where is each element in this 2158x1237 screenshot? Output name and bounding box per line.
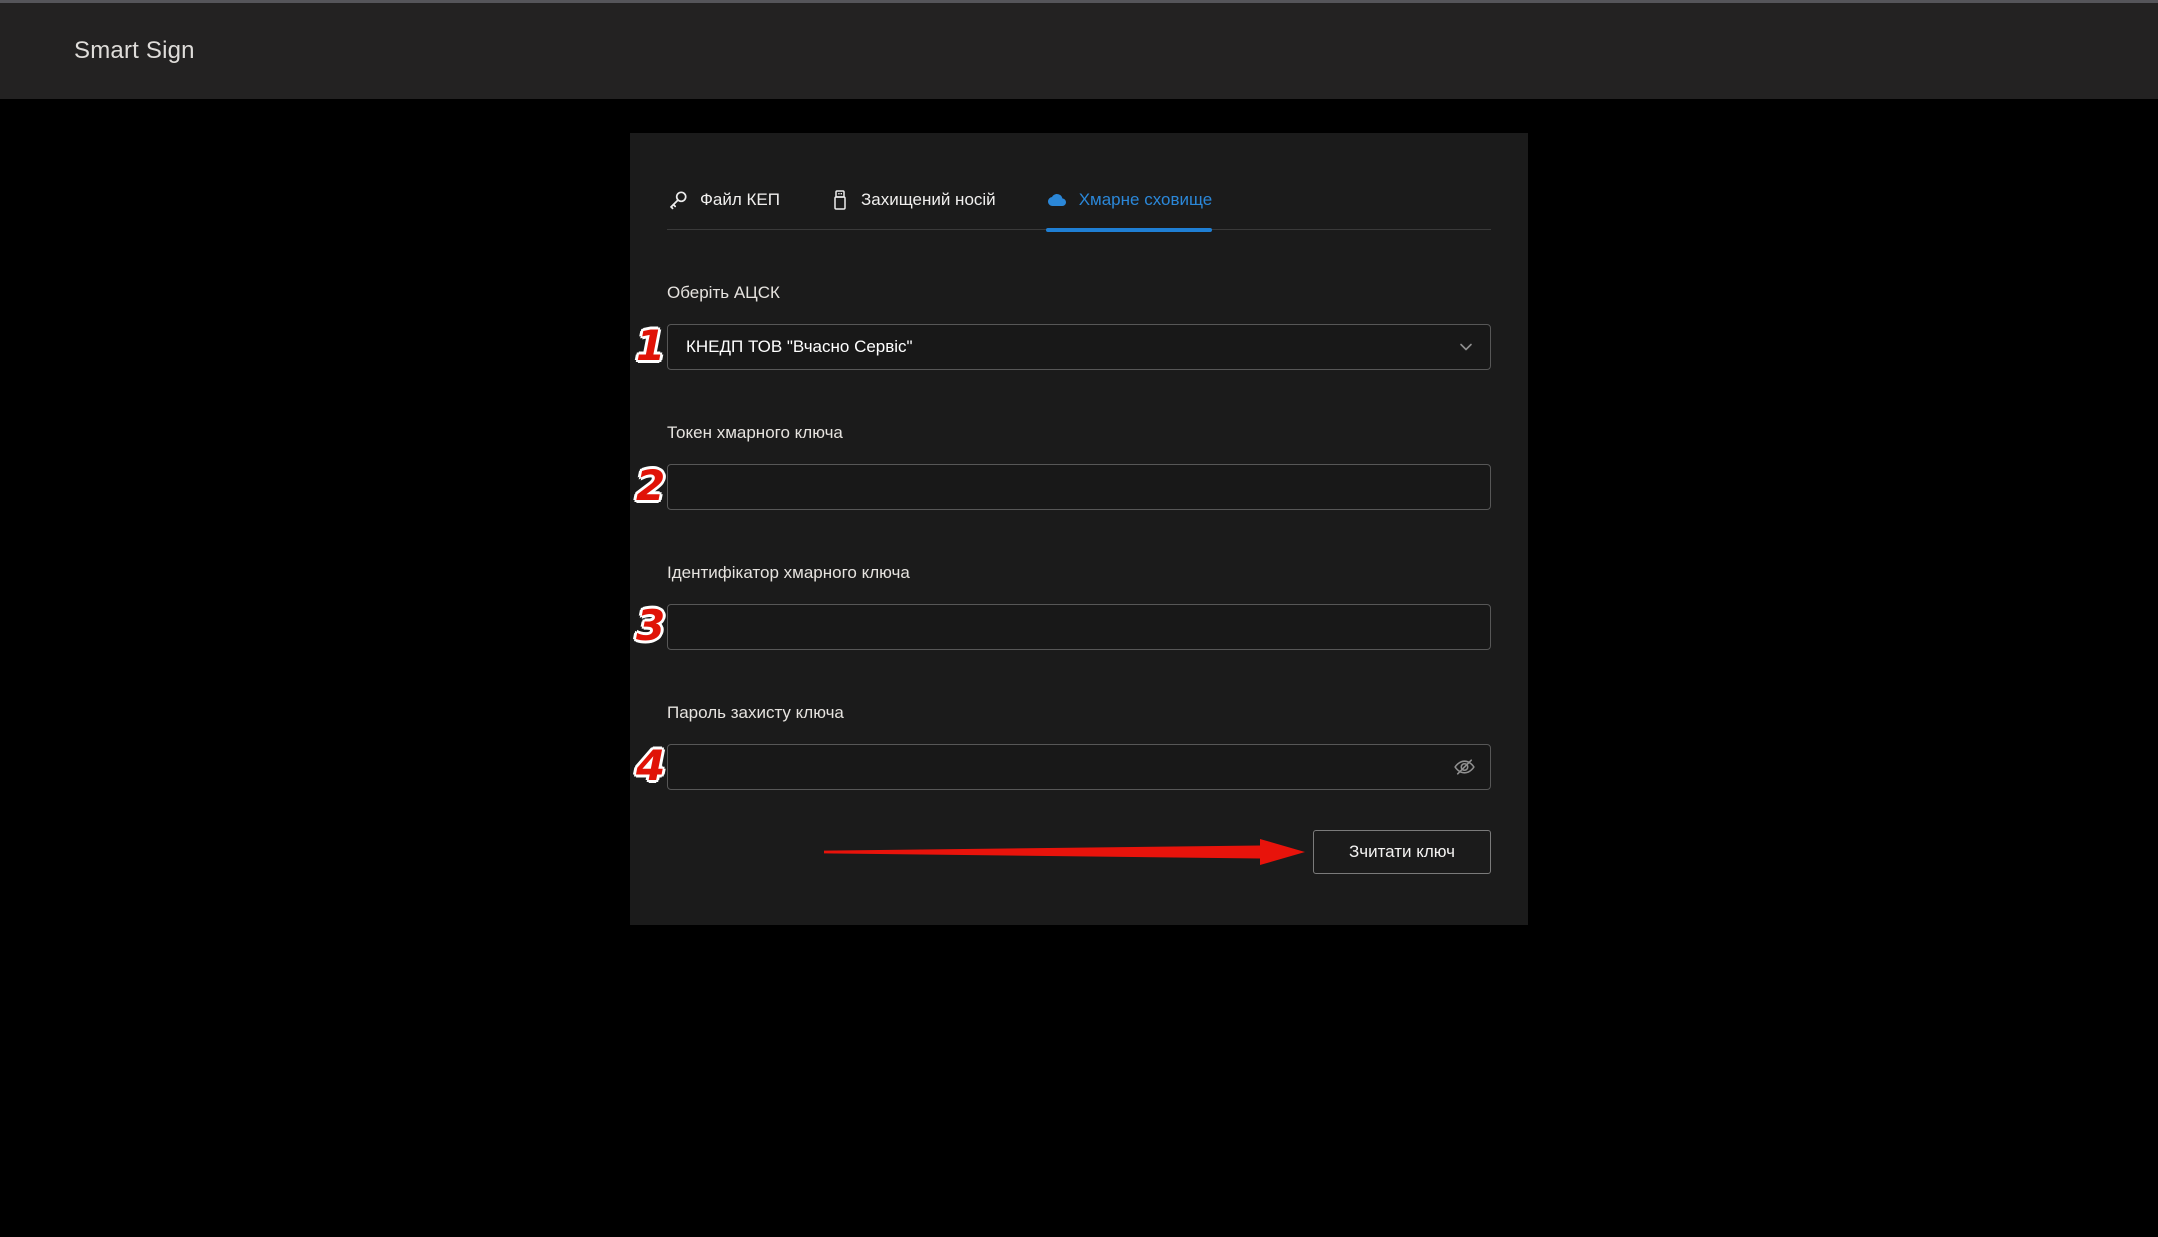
- step-badge-2: 2: [636, 465, 665, 507]
- tab-label: Хмарне сховище: [1079, 190, 1213, 210]
- tab-bar: Файл КЕП Захищений носій: [667, 189, 1491, 230]
- step-badge-1: 1: [636, 325, 665, 367]
- cloud-icon: [1046, 191, 1068, 209]
- token-label: Токен хмарного ключа: [667, 422, 1491, 444]
- acsk-select[interactable]: КНЕДП ТОВ "Вчасно Сервіс": [667, 324, 1491, 370]
- token-field: Токен хмарного ключа 2: [667, 422, 1491, 510]
- key-icon: [667, 189, 689, 211]
- password-label: Пароль захисту ключа: [667, 702, 1491, 724]
- acsk-field: Оберіть АЦСК 1 КНЕДП ТОВ "Вчасно Сервіс": [667, 282, 1491, 370]
- eye-off-icon: [1452, 755, 1477, 780]
- app-window: Smart Sign Файл КЕП: [0, 0, 2158, 1237]
- tab-file-kep[interactable]: Файл КЕП: [667, 189, 780, 229]
- tab-cloud-storage[interactable]: Хмарне сховище: [1046, 189, 1213, 229]
- step-badge-3: 3: [636, 605, 665, 647]
- step-badge-4: 4: [636, 745, 665, 787]
- acsk-selected-value: КНЕДП ТОВ "Вчасно Сервіс": [686, 337, 913, 357]
- read-key-button[interactable]: Зчитати ключ: [1313, 830, 1491, 874]
- password-field: Пароль захисту ключа 4: [667, 702, 1491, 790]
- tab-protected-media[interactable]: Захищений носій: [830, 189, 996, 229]
- usb-drive-icon: [830, 189, 850, 211]
- acsk-label: Оберіть АЦСК: [667, 282, 1491, 304]
- key-read-card: Файл КЕП Захищений носій: [630, 133, 1528, 925]
- app-header: Smart Sign: [0, 0, 2158, 99]
- key-id-label: Ідентифікатор хмарного ключа: [667, 562, 1491, 584]
- annotation-arrow: [824, 838, 1305, 866]
- key-id-input[interactable]: [667, 604, 1491, 650]
- app-title: Smart Sign: [74, 37, 195, 65]
- actions-row: Зчитати ключ: [667, 830, 1491, 874]
- tab-label: Файл КЕП: [700, 190, 780, 210]
- password-input[interactable]: [667, 744, 1491, 790]
- chevron-down-icon: [1455, 336, 1477, 358]
- toggle-password-visibility-button[interactable]: [1450, 753, 1479, 782]
- token-input[interactable]: [667, 464, 1491, 510]
- tab-label: Захищений носій: [861, 190, 996, 210]
- key-id-field: Ідентифікатор хмарного ключа 3: [667, 562, 1491, 650]
